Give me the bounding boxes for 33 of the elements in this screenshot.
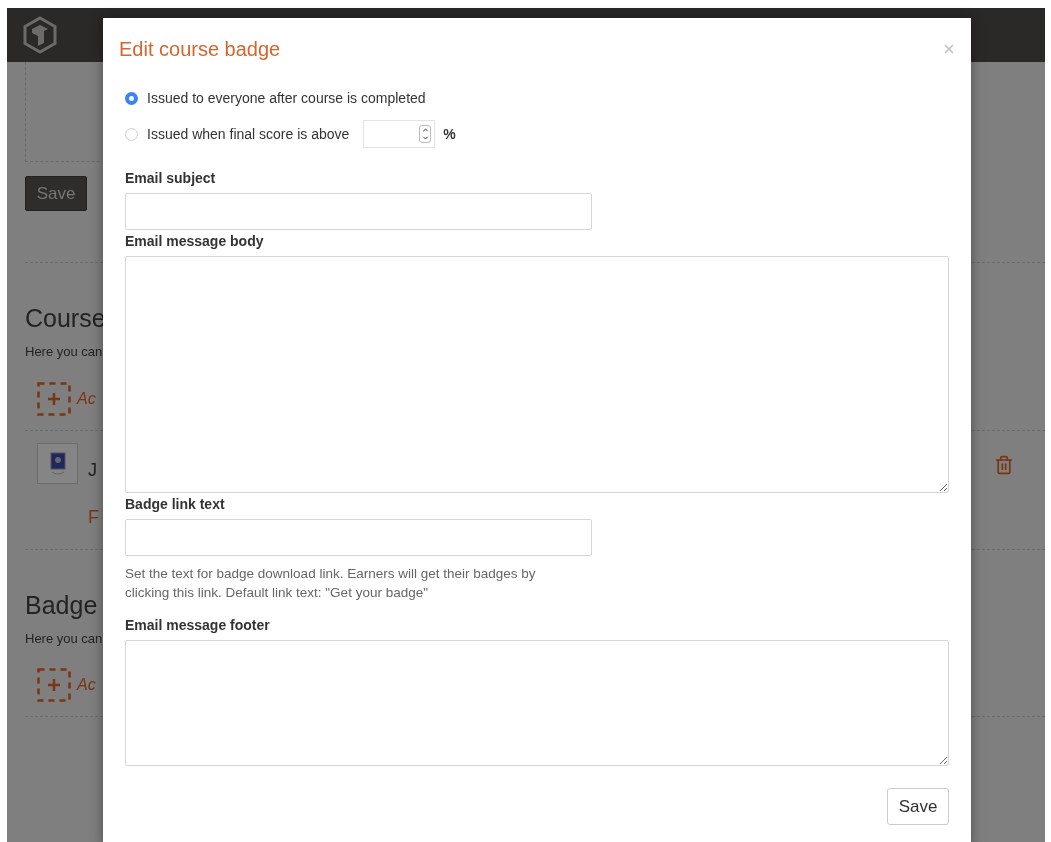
close-icon[interactable] (942, 42, 956, 56)
radio-button[interactable] (125, 127, 138, 141)
trash-icon[interactable] (994, 454, 1014, 475)
field-label: Email subject (125, 169, 217, 187)
radio-button[interactable] (125, 91, 138, 105)
field-label: Email message footer (125, 616, 271, 634)
add-link[interactable]: Ac (77, 386, 96, 411)
input-field[interactable] (125, 519, 592, 556)
radio-label[interactable]: Issued to everyone after course is completed (147, 87, 426, 109)
section-heading: Course (25, 303, 106, 333)
field-label: Badge link text (125, 495, 226, 513)
section-heading: Badge (25, 589, 98, 620)
section-description: Here you can (25, 629, 103, 648)
text-area[interactable] (125, 256, 949, 493)
modal-title: Edit course badge (119, 37, 281, 62)
section-description: Here you can (25, 343, 103, 361)
badge-title: J (88, 458, 98, 482)
radio-label[interactable]: Issued when final score is above (147, 123, 350, 145)
help-text: Set the text for badge download link. Earners will get their badges by clicking this link. Default link text: "Get your badge" (125, 565, 537, 602)
save-button[interactable]: Save (25, 176, 87, 211)
logo-icon[interactable] (22, 16, 58, 54)
badge-image (48, 450, 67, 476)
save-button[interactable]: Save (887, 788, 949, 825)
add-icon[interactable] (37, 668, 71, 702)
badge-link[interactable]: F (88, 503, 99, 531)
input-field[interactable] (125, 193, 592, 230)
add-icon[interactable] (37, 381, 71, 416)
add-link[interactable]: Ac (77, 673, 96, 697)
spinner-icon[interactable] (419, 125, 432, 143)
text-area[interactable] (125, 640, 949, 766)
field-label: Email message body (125, 232, 265, 250)
unit-label: % (443, 124, 456, 144)
score-field[interactable] (363, 120, 436, 148)
